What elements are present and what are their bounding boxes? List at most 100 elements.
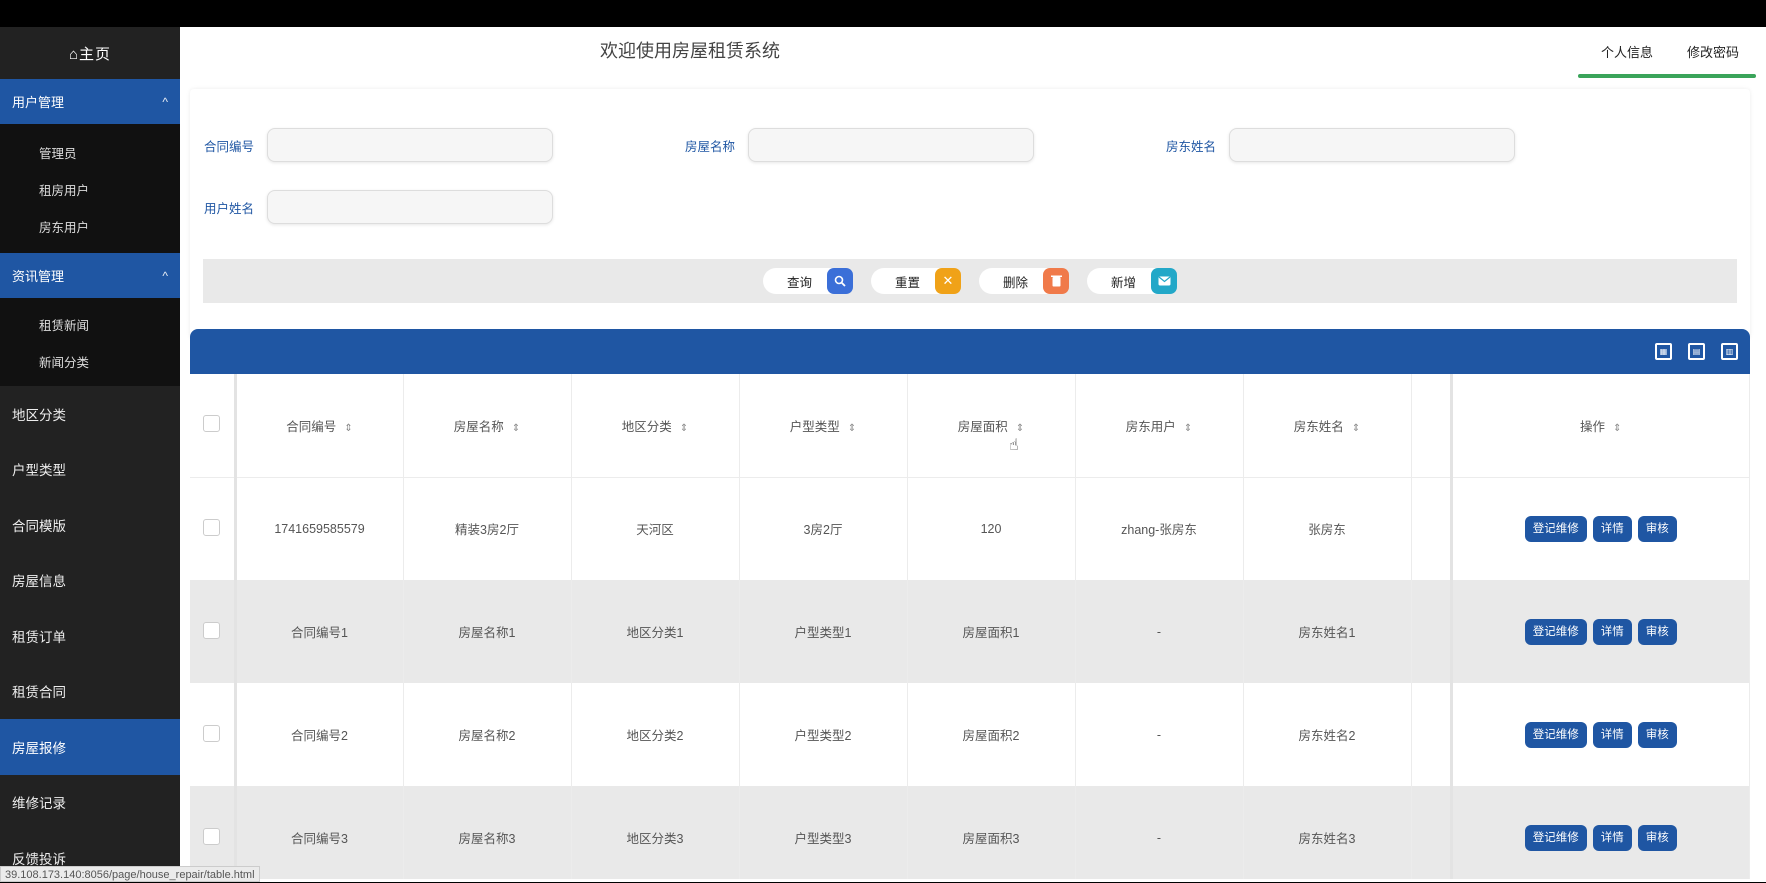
row-checkbox[interactable] [203,518,221,536]
cell-house-type: 户型类型3 [739,786,908,879]
register-repair-button[interactable]: 登记维修 [1524,721,1587,748]
cell-area: 房屋面积1 [907,580,1076,683]
row-spacer-cell [1411,683,1453,786]
cell-landlord-user: - [1075,683,1244,786]
delete-button-label: 删除 [1003,275,1029,290]
hand-cursor-icon: ☝ [1009,437,1019,454]
export-icon[interactable]: ▥ [1721,343,1738,360]
register-repair-button[interactable]: 登记维修 [1524,618,1587,645]
table-body: 1741659585579 精装3房2厅 天河区 3房2厅 120 zhang-张房东 张房… [190,477,1750,879]
query-button[interactable]: 查询 [763,268,853,294]
cell-area: 房屋面积3 [907,786,1076,879]
sidebar-group-user-management[interactable]: 用户管理 ^ [0,79,180,124]
delete-button[interactable]: 删除 [979,268,1069,294]
review-button[interactable]: 审核 [1637,721,1677,748]
sort-icon[interactable]: ⇕ [512,423,520,434]
row-checkbox[interactable] [203,621,221,639]
column-header-landlord-user[interactable]: 房东用户 ⇕ [1075,374,1244,478]
select-all-checkbox[interactable] [203,415,221,433]
sort-icon[interactable]: ⇕ [1613,423,1621,434]
sidebar-group-label: 资讯管理 [12,269,65,284]
sidebar-item-house-repair[interactable]: 房屋报修 [0,719,180,775]
table-row: 合同编号1 房屋名称1 地区分类1 户型类型1 房屋面积1- 房东姓名1 登记维修 详情 审核 [190,580,1750,683]
column-header-spacer [1411,374,1453,478]
sidebar-submenu-news: 租赁新闻 新闻分类 [0,298,180,386]
detail-button[interactable]: 详情 [1592,824,1632,851]
column-header-region[interactable]: 地区分类 ⇕ [571,374,740,478]
reset-button-label: 重置 [895,275,921,290]
sidebar-item-tenant-user[interactable]: 租房用户 [0,171,180,208]
detail-button[interactable]: 详情 [1592,515,1632,542]
sort-icon[interactable]: ⇕ [344,423,352,434]
row-checkbox[interactable] [203,827,221,845]
print-icon[interactable]: ▤ [1688,343,1705,360]
column-header-landlord-name[interactable]: 房东姓名 ⇕ [1243,374,1412,478]
sidebar-item-rental-news[interactable]: 租赁新闻 [0,306,180,343]
column-header-house-name[interactable]: 房屋名称 ⇕ [403,374,572,478]
sort-icon[interactable]: ⇕ [848,423,856,434]
row-checkbox[interactable] [203,724,221,742]
register-repair-button[interactable]: 登记维修 [1524,515,1587,542]
sidebar-item-house-info[interactable]: 房屋信息 [0,553,180,609]
cell-actions: 登记维修 详情 审核 [1451,683,1750,786]
cell-house-name: 房屋名称3 [403,786,572,879]
query-button-label: 查询 [787,275,813,290]
review-button[interactable]: 审核 [1637,618,1677,645]
cell-contract-no: 合同编号1 [235,580,404,683]
cell-house-type: 户型类型1 [739,580,908,683]
table-header-row: 合同编号 ⇕ 房屋名称 ⇕ 地区分类 ⇕ 户型类型 ⇕ 房屋面积 ⇕ 房东用户 ⇕ 房东姓名… [190,374,1750,478]
detail-button[interactable]: 详情 [1592,618,1632,645]
sidebar-group-news-management[interactable]: 资讯管理 ^ [0,253,180,298]
contract-no-input[interactable] [267,128,553,162]
cell-landlord-name: 房东姓名1 [1243,580,1412,683]
column-header-house-type[interactable]: 户型类型 ⇕ [739,374,908,478]
sidebar-item-landlord-user[interactable]: 房东用户 [0,208,180,245]
cell-house-name: 房屋名称1 [403,580,572,683]
column-header-actions[interactable]: 操作 ⇕ [1451,374,1750,478]
review-button[interactable]: 审核 [1637,824,1677,851]
review-button[interactable]: 审核 [1637,515,1677,542]
cell-landlord-name: 房东姓名2 [1243,683,1412,786]
table-row: 合同编号2 房屋名称2 地区分类2 户型类型2 房屋面积2- 房东姓名2 登记维修 详情 审核 [190,683,1750,786]
reset-button[interactable]: 重置 ✕ [871,268,961,294]
column-header-area[interactable]: 房屋面积 ⇕ [907,374,1076,478]
sidebar-item-news-category[interactable]: 新闻分类 [0,343,180,380]
tab-profile[interactable]: 个人信息 [1584,27,1670,79]
repair-table: 合同编号 ⇕ 房屋名称 ⇕ 地区分类 ⇕ 户型类型 ⇕ 房屋面积 ⇕ 房东用户 ⇕ 房东姓名… [190,374,1750,879]
sidebar-item-region[interactable]: 地区分类 [0,386,180,442]
sort-icon[interactable]: ⇕ [1016,423,1024,434]
sidebar-item-repair-record[interactable]: 维修记录 [0,775,180,831]
detail-button[interactable]: 详情 [1592,721,1632,748]
data-table-container: ▦ ▤ ▥ 合同编号 ⇕ 房屋名称 ⇕ 地区分类 ⇕ 户型类型 ⇕ 房屋面积 ⇕ 房东用户… [190,329,1750,879]
active-tab-indicator [1578,74,1756,78]
sidebar-home-link[interactable]: ⌂主页 [0,27,180,79]
landlord-name-input[interactable] [1229,128,1515,162]
sidebar-item-admin[interactable]: 管理员 [0,134,180,171]
columns-filter-icon[interactable]: ▦ [1655,343,1672,360]
sidebar-item-rental-contract[interactable]: 租赁合同 [0,664,180,720]
user-name-input[interactable] [267,190,553,224]
sort-icon[interactable]: ⇕ [680,423,688,434]
sort-icon[interactable]: ⇕ [1352,423,1360,434]
cell-region: 地区分类1 [571,580,740,683]
cell-house-name: 精装3房2厅 [403,477,572,580]
search-panel: 合同编号 房屋名称 房东姓名 用户姓名 查询 重置 ✕ 删除 新增 [190,89,1750,339]
user-name-field: 用户姓名 [190,190,553,224]
cell-region: 地区分类3 [571,786,740,879]
row-checkbox-cell [190,580,237,683]
column-header-contract-no[interactable]: 合同编号 ⇕ [235,374,404,478]
tab-change-password[interactable]: 修改密码 [1670,27,1756,79]
sidebar-item-contract-template[interactable]: 合同模版 [0,497,180,553]
app-window: ⌂主页 用户管理 ^ 管理员 租房用户 房东用户 资讯管理 ^ 租赁新闻 新闻分… [0,27,1766,882]
sidebar-item-rental-order[interactable]: 租赁订单 [0,608,180,664]
page-title: 欢迎使用房屋租赁系统 [600,41,780,61]
house-name-input[interactable] [748,128,1034,162]
register-repair-button[interactable]: 登记维修 [1524,824,1587,851]
sidebar-item-house-type[interactable]: 户型类型 [0,442,180,498]
cell-region: 地区分类2 [571,683,740,786]
contract-no-field: 合同编号 [190,128,553,162]
add-button[interactable]: 新增 [1087,268,1177,294]
sidebar-submenu-user: 管理员 租房用户 房东用户 [0,124,180,253]
sort-icon[interactable]: ⇕ [1184,423,1192,434]
action-button-bar: 查询 重置 ✕ 删除 新增 [203,259,1737,303]
